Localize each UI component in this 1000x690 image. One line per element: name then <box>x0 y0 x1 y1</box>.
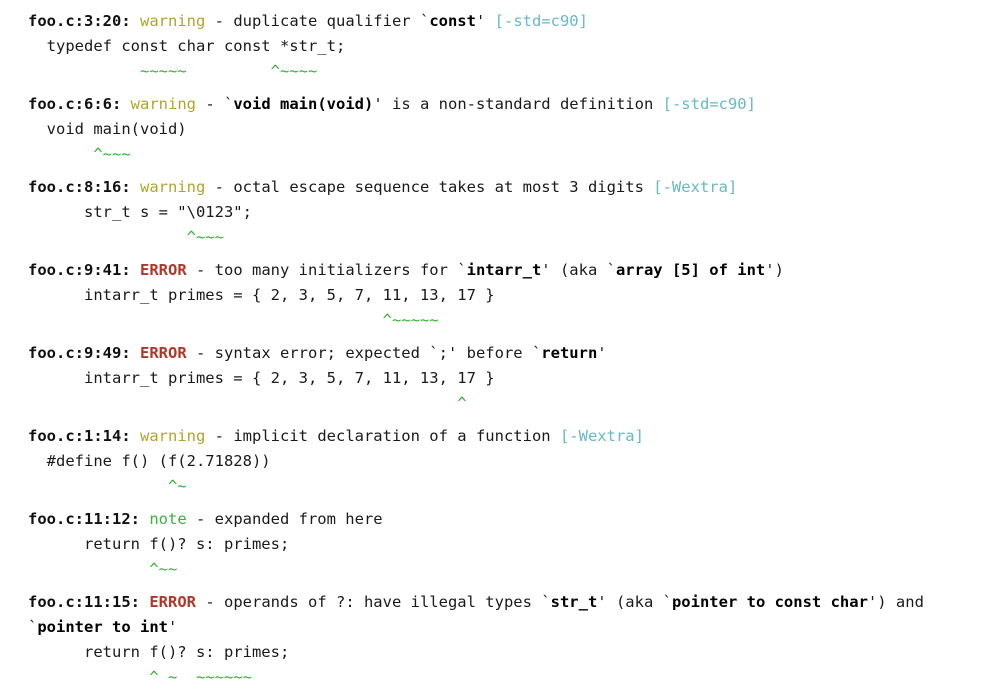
diagnostic-entry: foo.c:8:16: warning - octal escape seque… <box>0 175 1000 250</box>
source-line: return f()? s: primes; <box>28 643 290 661</box>
caret-marker-line: ^ <box>28 394 467 412</box>
diagnostic-message: octal escape sequence takes at most 3 di… <box>224 178 654 196</box>
severity-label: ERROR <box>149 593 196 611</box>
severity-label: ERROR <box>140 344 187 362</box>
caret-marker-line: ^~~~ <box>28 145 131 163</box>
severity-label: warning <box>140 178 206 196</box>
severity-label: warning <box>140 427 206 445</box>
diagnostic-location: foo.c:3:20: <box>28 12 131 30</box>
diagnostic-entry: foo.c:6:6: warning - `void main(void)' i… <box>0 92 1000 167</box>
severity-label: ERROR <box>140 261 187 279</box>
source-line: void main(void) <box>28 120 187 138</box>
source-line: intarr_t primes = { 2, 3, 5, 7, 11, 13, … <box>28 286 495 304</box>
diagnostic-header: foo.c:8:16: warning - octal escape seque… <box>28 178 738 196</box>
diagnostic-entry: foo.c:11:15: ERROR - operands of ?: have… <box>0 590 1000 690</box>
diagnostic-message: implicit declaration of a function <box>224 427 560 445</box>
caret-marker-line: ^~~~~~ <box>28 311 439 329</box>
diagnostic-header: foo.c:11:15: ERROR - operands of ?: have… <box>28 593 934 636</box>
code-term: array [5] of int <box>615 261 766 279</box>
code-term: str_t <box>550 593 598 611</box>
diagnostic-entry: foo.c:11:12: note - expanded from here r… <box>0 507 1000 582</box>
diagnostic-location: foo.c:6:6: <box>28 95 122 113</box>
caret-marker-line: ^~ <box>28 477 187 495</box>
diagnostic-flag: [-Wextra] <box>653 178 738 196</box>
source-line: str_t s = "\0123"; <box>28 203 252 221</box>
diagnostic-header: foo.c:1:14: warning - implicit declarati… <box>28 427 644 445</box>
diagnostic-location: foo.c:9:41: <box>28 261 131 279</box>
source-line: #define f() (f(2.71828)) <box>28 452 271 470</box>
code-term: const <box>429 12 476 30</box>
diagnostic-flag: [-Wextra] <box>559 427 644 445</box>
diagnostic-entry: foo.c:3:20: warning - duplicate qualifie… <box>0 9 1000 84</box>
code-term: pointer to int <box>37 618 168 636</box>
diagnostic-entry: foo.c:9:49: ERROR - syntax error; expect… <box>0 341 1000 416</box>
caret-marker-line: ~~~~~ ^~~~~ <box>28 62 318 80</box>
caret-marker-line: ^ ~ ~~~~~~ <box>28 668 252 686</box>
diagnostic-location: foo.c:11:15: <box>28 593 140 611</box>
compiler-diagnostics-output: foo.c:3:20: warning - duplicate qualifie… <box>0 0 1000 690</box>
diagnostic-message: `void main(void)' is a non-standard defi… <box>214 95 663 113</box>
diagnostic-message: expanded from here <box>205 510 383 528</box>
source-line: return f()? s: primes; <box>28 535 290 553</box>
code-term: return <box>541 344 598 362</box>
diagnostic-header: foo.c:9:41: ERROR - too many initializer… <box>28 261 784 279</box>
diagnostic-header: foo.c:3:20: warning - duplicate qualifie… <box>28 12 588 30</box>
diagnostic-entry: foo.c:1:14: warning - implicit declarati… <box>0 424 1000 499</box>
diagnostic-header: foo.c:9:49: ERROR - syntax error; expect… <box>28 344 607 362</box>
caret-marker-line: ^~~ <box>28 560 178 578</box>
diagnostic-flag: [-std=c90] <box>494 12 588 30</box>
diagnostic-location: foo.c:9:49: <box>28 344 131 362</box>
diagnostic-location: foo.c:1:14: <box>28 427 131 445</box>
caret-marker-line: ^~~~ <box>28 228 224 246</box>
diagnostic-message: duplicate qualifier `const' <box>224 12 495 30</box>
code-term: intarr_t <box>466 261 542 279</box>
diagnostic-flag: [-std=c90] <box>662 95 756 113</box>
diagnostic-entry: foo.c:9:41: ERROR - too many initializer… <box>0 258 1000 333</box>
diagnostic-location: foo.c:11:12: <box>28 510 140 528</box>
diagnostic-location: foo.c:8:16: <box>28 178 131 196</box>
severity-label: note <box>149 510 187 528</box>
diagnostic-header: foo.c:6:6: warning - `void main(void)' i… <box>28 95 756 113</box>
source-line: intarr_t primes = { 2, 3, 5, 7, 11, 13, … <box>28 369 495 387</box>
diagnostic-message: syntax error; expected `;' before `retur… <box>205 344 607 362</box>
code-term: void main(void) <box>233 95 374 113</box>
severity-label: warning <box>130 95 196 113</box>
diagnostic-message: too many initializers for `intarr_t' (ak… <box>205 261 784 279</box>
severity-label: warning <box>140 12 206 30</box>
code-term: pointer to const char <box>671 593 868 611</box>
diagnostic-header: foo.c:11:12: note - expanded from here <box>28 510 383 528</box>
source-line: typedef const char const *str_t; <box>28 37 346 55</box>
